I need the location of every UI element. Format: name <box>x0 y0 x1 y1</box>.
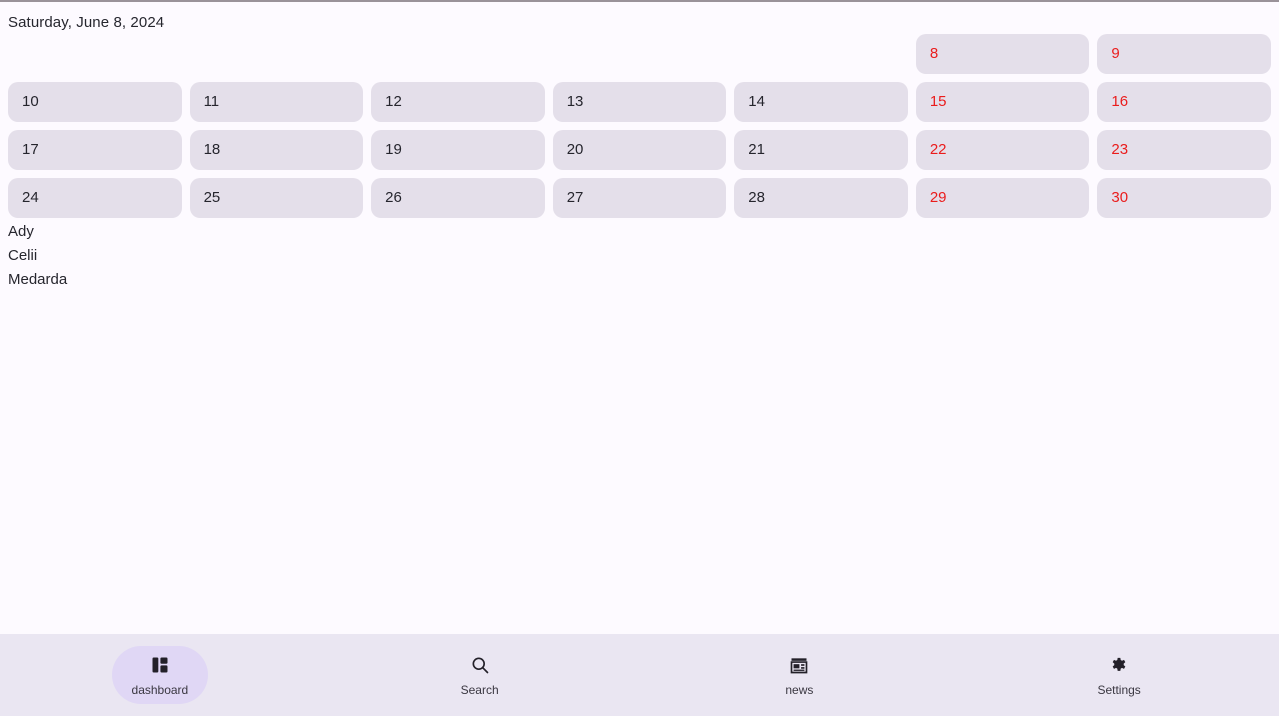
nav-item-search[interactable]: Search <box>432 646 528 704</box>
calendar-day-number: 26 <box>385 189 402 206</box>
list-item: Medarda <box>8 271 68 288</box>
list-item: Celii <box>8 247 38 264</box>
calendar-day-cell[interactable]: 13 <box>552 82 727 122</box>
calendar-day-cell-empty <box>553 34 727 74</box>
calendar-day-number: 18 <box>203 141 221 158</box>
calendar-day-cell-empty <box>734 34 908 74</box>
calendar-day-cell[interactable]: 25 <box>189 178 364 218</box>
nav-item-wrapper: Settings <box>959 646 1279 704</box>
news-icon <box>788 654 810 676</box>
calendar-day-cell[interactable]: 26 <box>371 178 545 218</box>
calendar-day-cell[interactable]: 15 <box>915 82 1090 122</box>
calendar-day-number: 20 <box>566 141 584 158</box>
calendar-day-cell[interactable]: 11 <box>189 82 364 122</box>
calendar-day-number: 14 <box>748 93 765 110</box>
calendar-day-number: 22 <box>929 141 947 158</box>
calendar-day-number: 16 <box>1111 93 1129 110</box>
calendar-day-cell[interactable]: 20 <box>552 130 727 170</box>
calendar-day-number: 13 <box>566 93 584 110</box>
calendar-day-number: 8 <box>929 45 939 62</box>
calendar-day-cell-empty <box>190 34 364 74</box>
calendar-day-number: 27 <box>566 189 584 206</box>
calendar-day-number: 23 <box>1111 141 1129 158</box>
header: Saturday, June 8, 2024 <box>0 2 1279 32</box>
calendar-day-number: 15 <box>929 93 947 110</box>
calendar-week-row: 10 11 12 13 14 15 16 <box>0 82 1279 122</box>
calendar-day-number: 19 <box>385 141 402 158</box>
calendar-day-cell-empty <box>371 34 545 74</box>
calendar-day-number: 29 <box>929 189 947 206</box>
calendar-day-number: 25 <box>203 189 221 206</box>
calendar-day-number: 17 <box>22 141 39 158</box>
calendar-day-cell[interactable]: 9 <box>1097 34 1271 74</box>
calendar-day-number: 28 <box>748 189 765 206</box>
calendar-day-cell[interactable]: 27 <box>552 178 727 218</box>
name-list: Ady Celii Medarda <box>8 220 67 292</box>
search-icon <box>469 654 491 676</box>
calendar-day-cell[interactable]: 18 <box>189 130 364 170</box>
calendar-day-cell[interactable]: 28 <box>734 178 908 218</box>
calendar-day-number: 21 <box>748 141 765 158</box>
calendar-day-cell[interactable]: 12 <box>371 82 545 122</box>
calendar-day-number: 9 <box>1111 45 1120 62</box>
calendar-day-cell[interactable]: 17 <box>8 130 182 170</box>
nav-item-label: Settings <box>1097 682 1141 697</box>
calendar-day-cell[interactable]: 22 <box>915 130 1090 170</box>
nav-item-news[interactable]: news <box>751 646 847 704</box>
calendar-day-number: 12 <box>385 93 402 110</box>
calendar-grid: 8 9 10 11 12 13 14 15 16 17 18 19 20 21 22 23 24 25 26 27 28… <box>0 34 1279 226</box>
calendar-day-cell[interactable]: 10 <box>8 82 182 122</box>
nav-item-label: dashboard <box>131 682 189 697</box>
calendar-week-row: 17 18 19 20 21 22 23 <box>0 130 1279 170</box>
nav-item-label: news <box>785 682 814 697</box>
calendar-day-number: 24 <box>22 189 39 206</box>
nav-item-dashboard[interactable]: dashboard <box>111 646 208 704</box>
calendar-day-cell-empty <box>8 34 182 74</box>
nav-item-label: Search <box>460 682 499 697</box>
calendar-week-row: 24 25 26 27 28 29 30 <box>0 178 1279 218</box>
nav-item-settings[interactable]: Settings <box>1071 646 1167 704</box>
calendar-week-row: 89 <box>0 34 1279 74</box>
calendar-day-cell[interactable]: 23 <box>1097 130 1271 170</box>
nav-item-wrapper: Search <box>320 646 640 704</box>
calendar-day-cell[interactable]: 24 <box>8 178 182 218</box>
calendar-day-number: 11 <box>203 93 220 110</box>
calendar-day-cell[interactable]: 19 <box>371 130 545 170</box>
calendar-day-cell[interactable]: 21 <box>734 130 908 170</box>
nav-item-wrapper: dashboard <box>0 646 320 704</box>
dashboard-icon <box>149 654 171 676</box>
calendar-day-cell[interactable]: 14 <box>734 82 908 122</box>
calendar-day-cell[interactable]: 8 <box>915 34 1090 74</box>
nav-item-wrapper: news <box>640 646 960 704</box>
list-item: Ady <box>8 223 34 240</box>
calendar-day-cell[interactable]: 29 <box>915 178 1090 218</box>
calendar-day-number: 10 <box>22 93 39 110</box>
page-title: Saturday, June 8, 2024 <box>8 14 165 31</box>
calendar-day-cell[interactable]: 16 <box>1097 82 1271 122</box>
bottom-navigation-bar: dashboard Search news Settings <box>0 634 1279 716</box>
gear-icon <box>1108 654 1130 676</box>
calendar-day-cell[interactable]: 30 <box>1097 178 1271 218</box>
calendar-day-number: 30 <box>1111 189 1129 206</box>
